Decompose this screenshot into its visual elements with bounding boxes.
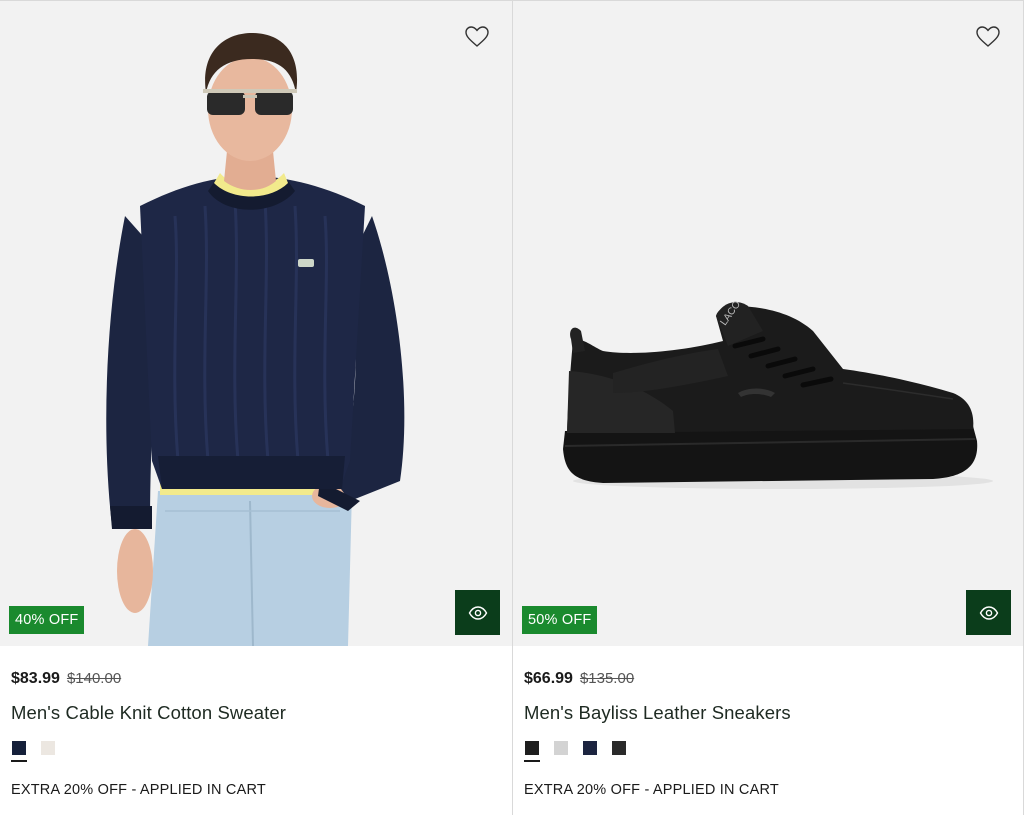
sale-price: $66.99 bbox=[524, 670, 573, 687]
product-image[interactable]: 40% OFF bbox=[0, 1, 512, 646]
sale-price: $83.99 bbox=[11, 670, 60, 687]
discount-badge: 40% OFF bbox=[9, 606, 85, 634]
original-price: $140.00 bbox=[66, 670, 122, 687]
product-info: $83.99 $140.00 Men's Cable Knit Cotton S… bbox=[11, 646, 501, 815]
quick-view-button[interactable] bbox=[966, 590, 1011, 635]
eye-icon bbox=[979, 605, 998, 620]
swatch-black[interactable] bbox=[524, 741, 540, 762]
color-swatches bbox=[524, 741, 627, 762]
swatch-navy[interactable] bbox=[11, 741, 27, 762]
swatch-navy[interactable] bbox=[582, 741, 598, 762]
product-info: $66.99 $135.00 Men's Bayliss Leather Sne… bbox=[524, 646, 1012, 815]
product-image-sweater bbox=[106, 33, 405, 646]
original-price: $135.00 bbox=[579, 670, 635, 687]
color-swatches bbox=[11, 741, 56, 762]
discount-badge: 50% OFF bbox=[522, 606, 598, 634]
product-title[interactable]: Men's Bayliss Leather Sneakers bbox=[524, 702, 791, 724]
quick-view-button[interactable] bbox=[455, 590, 500, 635]
eye-icon bbox=[468, 605, 487, 620]
price-row: $83.99 $140.00 bbox=[11, 670, 121, 688]
product-image-sneaker: LACO bbox=[563, 299, 993, 489]
swatch-cream[interactable] bbox=[40, 741, 56, 762]
swatch-light-grey[interactable] bbox=[553, 741, 569, 762]
product-title[interactable]: Men's Cable Knit Cotton Sweater bbox=[11, 702, 286, 724]
product-grid: 40% OFF $83.99 $140.00 Men's Cable Knit … bbox=[0, 0, 1024, 815]
promo-text: EXTRA 20% OFF - APPLIED IN CART bbox=[11, 782, 266, 798]
product-image[interactable]: LACO 50% OFF bbox=[513, 1, 1023, 646]
heart-icon[interactable] bbox=[975, 25, 1001, 49]
price-row: $66.99 $135.00 bbox=[524, 670, 634, 688]
swatch-dark-grey[interactable] bbox=[611, 741, 627, 762]
heart-icon[interactable] bbox=[464, 25, 490, 49]
product-card[interactable]: LACO 50% OFF $66.99 $135.00 Men's Baylis… bbox=[512, 1, 1024, 815]
promo-text: EXTRA 20% OFF - APPLIED IN CART bbox=[524, 782, 779, 798]
product-card[interactable]: 40% OFF $83.99 $140.00 Men's Cable Knit … bbox=[0, 1, 512, 815]
